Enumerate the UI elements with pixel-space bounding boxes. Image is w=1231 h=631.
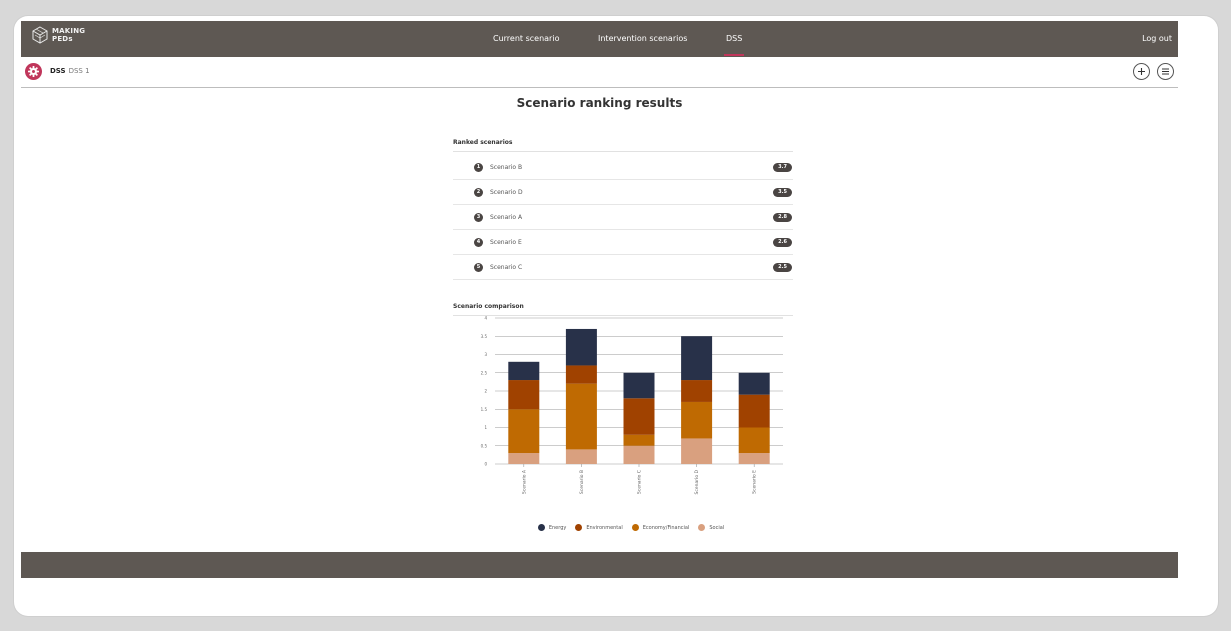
footer-bar xyxy=(21,552,1178,578)
plus-icon xyxy=(1138,68,1145,75)
scenario-comparison-heading: Scenario comparison xyxy=(453,303,524,310)
x-tick-label: Scenario E xyxy=(752,470,758,494)
logout-link[interactable]: Log out xyxy=(1142,34,1172,43)
ranking-row: 2 Scenario D 3.5 xyxy=(453,180,793,205)
rank-number: 1 xyxy=(474,163,483,172)
stacked-bar-chart: 0 0.5 1 1.5 2 2.5 3 3.5 4 Scenario A Scenario B Sce… xyxy=(481,316,783,494)
x-tick-label: Scenario A xyxy=(521,469,527,494)
list-button[interactable] xyxy=(1157,63,1174,80)
y-tick-label: 0.5 xyxy=(481,443,488,448)
y-tick-label: 1.5 xyxy=(481,407,488,412)
bar-segment xyxy=(681,438,713,464)
list-icon xyxy=(1162,68,1169,75)
main-content: Scenario ranking results Ranked scenario… xyxy=(21,88,1178,551)
rank-number: 5 xyxy=(474,263,483,272)
y-tick-label: 4 xyxy=(484,316,487,321)
legend-item-social[interactable]: Social xyxy=(698,524,724,531)
legend-label: Social xyxy=(709,524,725,531)
rank-number: 2 xyxy=(474,188,483,197)
x-tick-label: Scenario C xyxy=(637,470,643,494)
legend-item-energy[interactable]: Energy xyxy=(537,524,567,531)
bar-segment xyxy=(623,372,655,399)
scenario-name: Scenario E xyxy=(490,239,522,246)
score-badge: 2.8 xyxy=(773,213,792,222)
bar-segment xyxy=(681,401,713,439)
legend-swatch xyxy=(698,524,706,531)
dss-title: DSS xyxy=(50,67,66,75)
scenario-name: Scenario B xyxy=(490,164,523,171)
legend-swatch xyxy=(631,524,639,531)
score-badge: 2.6 xyxy=(773,238,792,247)
bar-segment xyxy=(565,383,597,450)
x-tick-label: Scenario B xyxy=(579,470,585,494)
scenario-name: Scenario C xyxy=(490,264,523,271)
bar-segment xyxy=(623,398,655,435)
legend-item-environmental[interactable]: Environmental xyxy=(575,524,623,531)
ranking-row: 3 Scenario A 2.8 xyxy=(453,205,793,230)
y-tick-label: 3.5 xyxy=(481,334,488,339)
bar-segment xyxy=(681,380,713,402)
legend-label: Economy/Financial xyxy=(642,524,690,531)
bar-segment xyxy=(738,372,770,395)
bar-segment xyxy=(681,336,713,381)
bar-segment xyxy=(738,427,770,454)
ranking-row: 4 Scenario E 2.6 xyxy=(453,230,793,255)
score-badge: 3.7 xyxy=(773,163,792,172)
bar-segment xyxy=(623,445,655,464)
scenario-name: Scenario D xyxy=(490,189,523,196)
top-nav-bar: MAKING PEDs Current scenario Interventio… xyxy=(21,21,1178,57)
legend-label: Environmental xyxy=(586,524,623,531)
bar-segment xyxy=(623,434,655,446)
page-title: Scenario ranking results xyxy=(516,96,683,110)
bar-segment xyxy=(508,361,540,381)
dss-breadcrumb: DSS DSS 1 xyxy=(50,67,90,75)
dss-badge xyxy=(25,63,42,80)
ranking-row: 1 Scenario B 3.7 xyxy=(453,155,793,180)
y-tick-label: 1 xyxy=(484,425,487,430)
score-badge: 3.5 xyxy=(773,188,792,197)
legend-swatch xyxy=(537,524,545,531)
legend-swatch xyxy=(575,524,583,531)
bar-segment xyxy=(508,409,540,454)
divider xyxy=(453,151,793,152)
sub-header: DSS DSS 1 xyxy=(21,57,1178,88)
bar-segment xyxy=(738,394,770,428)
chart-legend: Energy Environmental Economy/Financial S… xyxy=(461,524,801,531)
rank-number: 4 xyxy=(474,238,483,247)
gear-icon xyxy=(28,66,39,77)
nav-intervention-scenarios[interactable]: Intervention scenarios xyxy=(598,34,687,43)
scenario-name: Scenario A xyxy=(490,214,523,221)
dss-subtitle: DSS 1 xyxy=(68,67,90,75)
y-tick-label: 2.5 xyxy=(481,370,488,375)
x-tick-label: Scenario D xyxy=(694,469,700,494)
bar-segment xyxy=(565,449,597,464)
score-badge: 2.5 xyxy=(773,263,792,272)
bar-segment xyxy=(738,453,770,464)
bar-segment xyxy=(565,365,597,384)
legend-item-economy-financial[interactable]: Economy/Financial xyxy=(631,524,690,531)
main-nav: Current scenario Intervention scenarios … xyxy=(21,21,1178,57)
ranking-row: 5 Scenario C 2.5 xyxy=(453,255,793,280)
y-tick-label: 3 xyxy=(484,352,487,357)
bar-segment xyxy=(508,453,540,464)
ranked-scenarios-heading: Ranked scenarios xyxy=(453,139,513,146)
add-button[interactable] xyxy=(1133,63,1150,80)
bar-segment xyxy=(565,328,597,366)
nav-dss[interactable]: DSS xyxy=(723,34,745,56)
legend-label: Energy xyxy=(548,524,567,531)
y-tick-label: 2 xyxy=(484,389,487,394)
rank-number: 3 xyxy=(474,213,483,222)
bar-segment xyxy=(508,380,540,410)
y-tick-label: 0 xyxy=(484,462,487,467)
nav-current-scenario[interactable]: Current scenario xyxy=(493,34,559,43)
